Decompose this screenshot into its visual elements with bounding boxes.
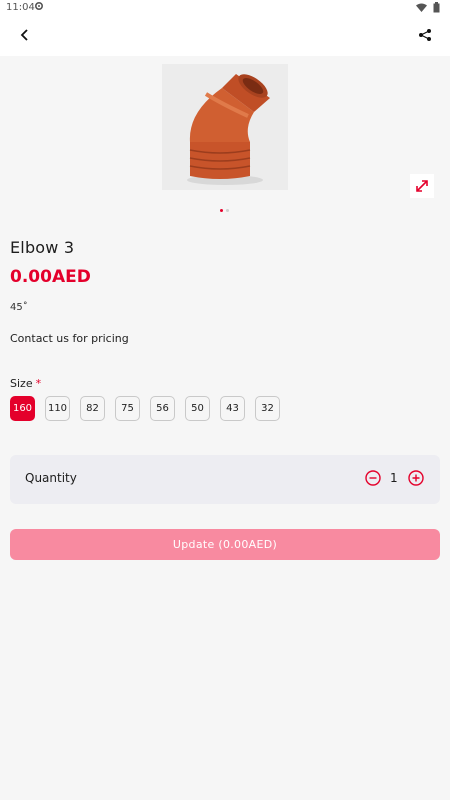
size-option-selected[interactable]: 160	[10, 396, 35, 421]
product-angle: 45˚	[10, 302, 28, 313]
carousel-dot-active[interactable]	[220, 209, 223, 212]
status-time: 11:04	[6, 2, 35, 13]
size-option[interactable]: 32	[255, 396, 280, 421]
status-bar: 11:04	[0, 0, 450, 16]
wifi-icon	[416, 3, 427, 12]
update-cart-button[interactable]: Update (0.00AED)	[10, 529, 440, 560]
size-option[interactable]: 75	[115, 396, 140, 421]
status-icons	[416, 2, 440, 13]
carousel-dot[interactable]	[226, 209, 229, 212]
size-option[interactable]: 50	[185, 396, 210, 421]
size-options: 160 110 82 75 56 50 43 32	[10, 396, 280, 421]
expand-icon	[416, 180, 428, 192]
size-option[interactable]: 43	[220, 396, 245, 421]
expand-image-button[interactable]	[410, 174, 434, 198]
minus-circle-icon	[365, 470, 381, 486]
increase-quantity-button[interactable]	[408, 470, 424, 486]
decrease-quantity-button[interactable]	[365, 470, 381, 486]
plus-circle-icon	[408, 470, 424, 486]
size-label: Size *	[10, 377, 41, 390]
quantity-card: Quantity 1	[10, 455, 440, 504]
share-icon	[419, 29, 431, 41]
size-label-text: Size	[10, 377, 33, 390]
back-arrow-icon	[20, 29, 28, 41]
required-mark: *	[35, 377, 42, 390]
size-option[interactable]: 56	[150, 396, 175, 421]
product-title: Elbow 3	[10, 238, 75, 257]
contact-pricing-note: Contact us for pricing	[10, 332, 129, 345]
share-button[interactable]	[414, 24, 436, 46]
quantity-label: Quantity	[25, 471, 77, 485]
gear-icon	[34, 1, 44, 14]
app-bar	[0, 16, 450, 56]
back-button[interactable]	[14, 24, 36, 46]
image-carousel-dots	[220, 209, 229, 212]
battery-icon	[433, 2, 440, 13]
size-option[interactable]: 110	[45, 396, 70, 421]
product-price: 0.00AED	[10, 267, 91, 287]
quantity-value: 1	[390, 471, 398, 485]
product-image[interactable]	[162, 64, 288, 190]
size-option[interactable]: 82	[80, 396, 105, 421]
